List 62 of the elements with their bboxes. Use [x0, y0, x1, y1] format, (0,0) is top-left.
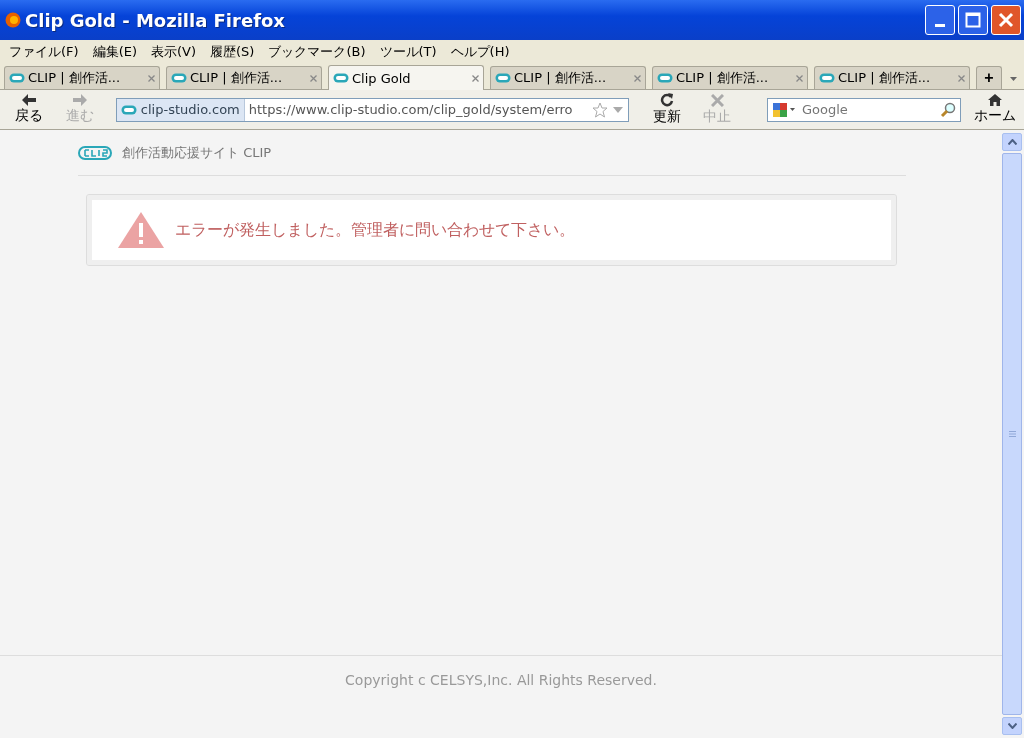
- site-identity-button[interactable]: clip-studio.com: [116, 98, 245, 121]
- close-button[interactable]: [991, 5, 1021, 35]
- window-title: Clip Gold - Mozilla Firefox: [25, 9, 286, 31]
- search-box[interactable]: Google: [766, 97, 962, 122]
- site-favicon-icon: [495, 73, 511, 83]
- site-favicon-icon: [171, 73, 187, 83]
- search-engine-icon[interactable]: [771, 101, 796, 118]
- site-favicon-icon: [333, 73, 349, 83]
- browser-tab[interactable]: CLIP | 創作活...: [4, 66, 160, 89]
- firefox-logo-icon: [5, 12, 21, 28]
- new-tab-button[interactable]: +: [976, 66, 1002, 89]
- reload-button[interactable]: 更新: [641, 90, 692, 129]
- copyright-text: Copyright c CELSYS,Inc. All Rights Reserved.: [345, 672, 657, 690]
- close-tab-icon[interactable]: [958, 74, 965, 82]
- scroll-up-button[interactable]: [1002, 133, 1022, 151]
- search-icon[interactable]: [940, 101, 957, 118]
- minimize-icon: [935, 23, 945, 27]
- close-tab-icon[interactable]: [472, 74, 479, 82]
- grip-icon: [1008, 431, 1016, 437]
- warning-icon: [117, 211, 165, 249]
- star-icon[interactable]: [592, 101, 609, 118]
- site-favicon-icon: [657, 73, 673, 83]
- reload-icon: [659, 93, 674, 107]
- stop-x-icon: [710, 93, 724, 107]
- down-chevron-icon: [1007, 723, 1017, 729]
- browser-tab[interactable]: CLIP | 創作活...: [490, 66, 646, 89]
- menu-item[interactable]: ブックマーク(B): [262, 42, 374, 61]
- menu-item[interactable]: ツール(T): [373, 42, 445, 61]
- browser-tab[interactable]: CLIP | 創作活...: [814, 66, 970, 89]
- clip-logo-icon: [78, 145, 112, 160]
- close-tab-icon[interactable]: [310, 74, 317, 82]
- menu-item[interactable]: 編集(E): [86, 42, 145, 61]
- maximize-icon: [965, 12, 981, 28]
- dropdown-caret-icon[interactable]: [1010, 77, 1017, 81]
- menu-item[interactable]: 表示(V): [145, 42, 205, 61]
- menu-item[interactable]: 履歴(S): [204, 42, 263, 61]
- back-button[interactable]: 戻る: [4, 90, 55, 129]
- back-arrow-icon: [22, 94, 37, 106]
- address-bar[interactable]: clip-studio.com https://www.clip-studio.com/clip_gold/system/erro: [115, 97, 630, 122]
- site-favicon-icon: [9, 73, 25, 83]
- url-text: https://www.clip-studio.com/clip_gold/system/erro: [247, 102, 574, 117]
- close-tab-icon[interactable]: [634, 74, 641, 82]
- minimize-button[interactable]: [925, 5, 955, 35]
- browser-tab[interactable]: CLIP | 創作活...: [166, 66, 322, 89]
- scroll-down-button[interactable]: [1002, 717, 1022, 735]
- site-title: 創作活動応援サイト CLIP: [122, 143, 272, 162]
- browser-tab[interactable]: CLIP | 創作活...: [652, 66, 808, 89]
- home-icon: [987, 94, 1002, 106]
- up-chevron-icon: [1007, 139, 1017, 145]
- close-tab-icon[interactable]: [148, 74, 155, 82]
- forward-arrow-icon: [73, 94, 88, 106]
- dropdown-caret-icon[interactable]: [613, 106, 624, 113]
- browser-tab[interactable]: Clip Gold: [328, 65, 484, 90]
- home-button[interactable]: ホーム: [969, 90, 1020, 129]
- menu-item[interactable]: ヘルプ(H): [444, 42, 518, 61]
- close-tab-icon[interactable]: [796, 74, 803, 82]
- menu-item[interactable]: ファイル(F): [3, 42, 87, 61]
- maximize-button[interactable]: [958, 5, 988, 35]
- site-favicon-icon: [120, 104, 137, 115]
- error-message: エラーが発生しました。管理者に問い合わせて下さい。: [175, 219, 575, 241]
- close-icon: [997, 11, 1015, 29]
- site-favicon-icon: [819, 73, 835, 83]
